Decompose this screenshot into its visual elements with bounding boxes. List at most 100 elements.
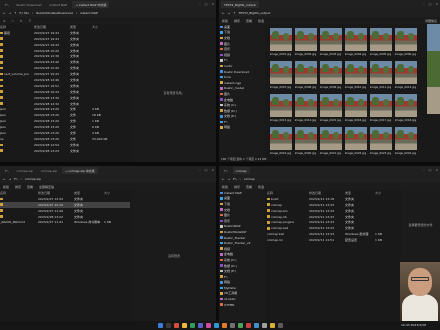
forward-icon[interactable]: →: [9, 177, 12, 181]
table-row[interactable]: colmap.ini 2023/2/11 11:51 配置设置 1 KB: [267, 237, 399, 243]
image-thumbnail[interactable]: image_0017.jpg: [369, 94, 392, 124]
forward-icon[interactable]: →: [228, 177, 231, 181]
image-thumbnail[interactable]: image_0002.jpg: [294, 28, 317, 58]
minimize-icon[interactable]: –: [199, 2, 201, 6]
close-icon[interactable]: ×: [435, 2, 438, 6]
address-bar[interactable]: ← → ↑ TEST2_Bigtlfs_output: [219, 9, 440, 17]
tab-colmap-zip-2[interactable]: colmap.zip: [38, 167, 60, 174]
tab-output-folder[interactable]: TEST2_Bigtlfs_output: [221, 1, 259, 8]
toolbar-new[interactable]: 新建: [222, 185, 228, 189]
table-row[interactable]: 2023/2/28 13:23 文件夹: [0, 148, 130, 154]
address-bar[interactable]: ← → F:\ › colmap: [219, 175, 440, 183]
toolbar-view[interactable]: 查看: [246, 19, 252, 23]
image-thumbnail[interactable]: image_0012.jpg: [394, 61, 417, 91]
back-icon[interactable]: ←: [222, 11, 225, 15]
tab-drive-f[interactable]: F:\: [2, 1, 12, 8]
tab-instant-ngp[interactable]: Instant NGP: [46, 1, 70, 8]
image-thumbnail[interactable]: image_0001.jpg: [269, 28, 292, 58]
image-thumbnail[interactable]: image_0005.jpg: [369, 28, 392, 58]
image-thumbnail[interactable]: image_0019.jpg: [269, 127, 292, 157]
image-thumbnail[interactable]: image_0007.jpg: [269, 61, 292, 91]
breadcrumb-2[interactable]: colmap: [244, 177, 255, 181]
view-icon[interactable]: ☰: [29, 19, 32, 23]
maximize-icon[interactable]: □: [205, 2, 208, 6]
toolbar-new[interactable]: 新建: [3, 185, 9, 189]
back-icon[interactable]: ←: [3, 11, 6, 15]
taskbar-app-icon[interactable]: [221, 323, 227, 328]
tab-colmap[interactable]: colmap: [232, 167, 250, 174]
image-thumbnail[interactable]: image_0011.jpg: [369, 61, 392, 91]
toolbar-sort[interactable]: 排序: [234, 19, 240, 23]
taskbar-app-icon[interactable]: [157, 323, 163, 328]
sidebar-item[interactable]: OTHER: [219, 302, 265, 308]
toolbar-filter[interactable]: 筛选: [258, 19, 264, 23]
taskbar-app-icon[interactable]: [277, 323, 283, 328]
tab-drive-f[interactable]: F:\: [221, 167, 231, 174]
taskbar-app-icon[interactable]: [181, 323, 187, 328]
image-thumbnail[interactable]: image_0020.jpg: [294, 127, 317, 157]
maximize-icon[interactable]: □: [429, 2, 432, 6]
cut-icon[interactable]: ✂: [12, 19, 15, 23]
taskbar-app-icon[interactable]: [165, 323, 171, 328]
image-thumbnail[interactable]: image_0003.jpg: [319, 28, 342, 58]
new-icon[interactable]: ⊕: [3, 19, 6, 23]
address-bar[interactable]: ← → F:\ › colmap.zip: [0, 175, 216, 183]
back-icon[interactable]: ←: [222, 177, 225, 181]
taskbar-app-icon[interactable]: [253, 323, 259, 328]
back-icon[interactable]: ←: [3, 177, 6, 181]
breadcrumb-1[interactable]: F:\: [14, 177, 18, 181]
breadcrumb-1[interactable]: F:\ Stu: [20, 11, 29, 15]
image-thumbnail[interactable]: image_0021.jpg: [319, 127, 342, 157]
breadcrumb-1[interactable]: TEST2_Bigtlfs_output: [239, 11, 271, 15]
breadcrumb-3[interactable]: instant-NGP: [80, 11, 98, 15]
taskbar-app-icon[interactable]: [261, 323, 267, 328]
image-thumbnail[interactable]: image_0015.jpg: [319, 94, 342, 124]
image-thumbnail[interactable]: image_0010.jpg: [344, 61, 367, 91]
toolbar-sort[interactable]: 排序: [15, 185, 21, 189]
image-thumbnail[interactable]: image_0023.jpg: [369, 127, 392, 157]
image-thumbnail[interactable]: image_0009.jpg: [319, 61, 342, 91]
minimize-icon[interactable]: –: [423, 168, 425, 172]
address-bar[interactable]: ← → ↑ F:\ Stu › Rustic\Models\Download ›…: [0, 9, 216, 17]
taskbar-app-icon[interactable]: [205, 323, 211, 328]
breadcrumb-1[interactable]: F:\: [233, 177, 237, 181]
forward-icon[interactable]: →: [228, 11, 231, 15]
tab-drive-f[interactable]: F:\: [2, 167, 12, 174]
toolbar-sort[interactable]: 排序: [234, 185, 240, 189]
forward-icon[interactable]: →: [9, 11, 12, 15]
toolbar-view[interactable]: 查看: [246, 185, 252, 189]
maximize-icon[interactable]: □: [429, 168, 432, 172]
image-thumbnail[interactable]: image_0004.jpg: [344, 28, 367, 58]
image-thumbnail[interactable]: image_0008.jpg: [294, 61, 317, 91]
breadcrumb-2[interactable]: Rustic\Models\Download: [36, 11, 73, 15]
toolbar-view[interactable]: 查看: [27, 185, 33, 189]
toolbar-details[interactable]: 详细信息: [425, 19, 437, 23]
tab-rustic-download[interactable]: Rustic Download: [14, 1, 45, 8]
taskbar-app-icon[interactable]: [173, 323, 179, 328]
taskbar-app-icon[interactable]: [245, 323, 251, 328]
image-thumbnail[interactable]: image_0006.jpg: [394, 28, 417, 58]
toolbar-filter[interactable]: 筛选: [258, 185, 264, 189]
taskbar-app-icon[interactable]: [189, 323, 195, 328]
breadcrumb-2[interactable]: colmap.zip: [25, 177, 41, 181]
taskbar-app-icon[interactable]: [229, 323, 235, 328]
image-thumbnail[interactable]: image_0024.jpg: [394, 127, 417, 157]
close-icon[interactable]: ×: [435, 168, 438, 172]
minimize-icon[interactable]: –: [199, 168, 201, 172]
toolbar-extract-all[interactable]: 全部解压缩: [39, 185, 54, 189]
taskbar-app-icon[interactable]: [269, 323, 275, 328]
taskbar-app-icon[interactable]: [197, 323, 203, 328]
close-icon[interactable]: ×: [211, 2, 214, 6]
up-icon[interactable]: ↑: [14, 11, 17, 15]
image-thumbnail[interactable]: image_0013.jpg: [269, 94, 292, 124]
image-thumbnail[interactable]: image_0018.jpg: [394, 94, 417, 124]
table-row[interactable]: _RADIO_RW.Cmd 2023/2/27 11:41 Windows 命令脚本…: [0, 219, 130, 225]
system-tray[interactable]: 16:43 2023/2/28: [401, 323, 426, 327]
sort-icon[interactable]: ⇅: [20, 19, 23, 23]
image-thumbnail[interactable]: image_0022.jpg: [344, 127, 367, 157]
image-thumbnail[interactable]: image_0016.jpg: [344, 94, 367, 124]
minimize-icon[interactable]: –: [423, 2, 425, 6]
close-icon[interactable]: ×: [211, 168, 214, 172]
sidebar-item[interactable]: 网络: [219, 125, 265, 131]
toolbar-new[interactable]: 新建: [222, 19, 228, 23]
